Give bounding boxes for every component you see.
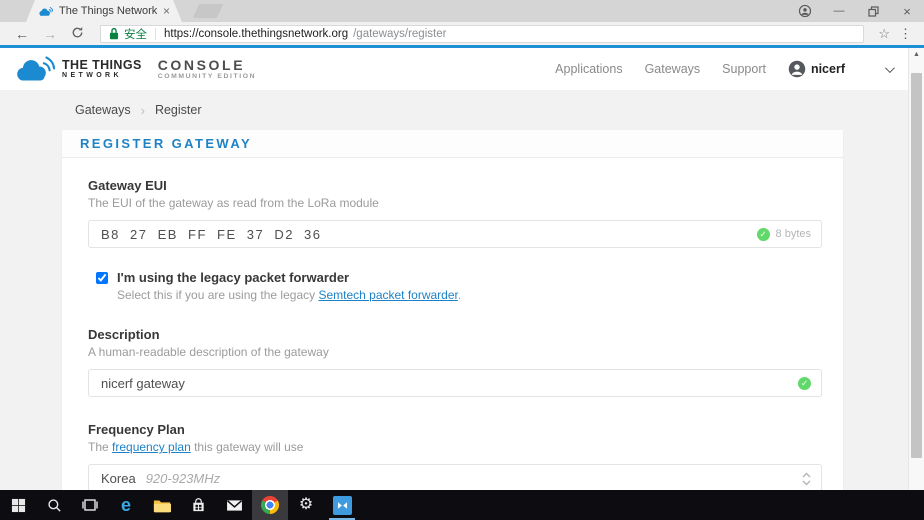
settings-gear-icon[interactable]: ⚙ [288,490,324,520]
legacy-forwarder-label[interactable]: I'm using the legacy packet forwarder [117,270,461,285]
divider [155,28,156,40]
scroll-up-icon[interactable]: ▲ [909,51,924,58]
brand-name-top: THE THINGS [62,59,142,72]
legacy-forwarder-checkbox[interactable] [96,272,108,284]
edge-icon[interactable]: e [108,490,144,520]
site-viewport: THE THINGS NETWORK CONSOLE COMMUNITY EDI… [0,48,908,490]
browser-titlebar: The Things Network C × — × [0,0,924,22]
console-subtitle: COMMUNITY EDITION [158,73,256,80]
new-tab-button[interactable] [193,4,223,18]
tab-title: The Things Network C [59,5,157,17]
secure-lock-icon [109,27,119,40]
brand-name-bottom: NETWORK [62,72,142,79]
console-title: CONSOLE [158,58,256,73]
frequency-plan-select[interactable]: Korea 920-923MHz [88,464,822,490]
site-header: THE THINGS NETWORK CONSOLE COMMUNITY EDI… [0,48,908,90]
valid-check-icon: ✓ [757,228,770,241]
register-gateway-card: REGISTER GATEWAY Gateway EUI The EUI of … [62,130,843,490]
forward-icon: → [43,27,57,41]
chevron-down-icon[interactable] [885,63,895,73]
url-bar[interactable]: 安全 https://console.thethingsnetwork.org /… [100,25,864,43]
nav-support[interactable]: Support [722,62,766,76]
window-close-button[interactable]: × [890,0,924,22]
gateway-eui-value: B8 27 EB FF FE 37 D2 36 [101,227,322,242]
legacy-forwarder-help: Select this if you are using the legacy … [117,288,461,302]
frequency-plan-help: The frequency plan this gateway will use [88,440,822,454]
blue-app-icon[interactable] [324,490,360,520]
frequency-band: 920-923MHz [146,471,220,486]
card-header: REGISTER GATEWAY [62,130,843,158]
eui-bytes-badge: 8 bytes [776,228,811,240]
nav-applications[interactable]: Applications [555,62,622,76]
frequency-country: Korea [101,471,136,486]
bookmark-star-icon[interactable]: ☆ [878,26,890,42]
user-menu[interactable]: nicerf [788,60,845,78]
breadcrumb-register: Register [155,103,202,117]
window-minimize-button[interactable]: — [822,0,856,22]
window-restore-button[interactable] [856,0,890,22]
breadcrumb-gateways[interactable]: Gateways [75,103,131,117]
avatar [788,60,806,78]
search-icon[interactable] [36,490,72,520]
breadcrumb-separator-icon: › [141,103,145,118]
mail-icon[interactable] [216,490,252,520]
browser-menu-icon[interactable]: ⋮ [899,26,912,42]
gateway-eui-label: Gateway EUI [88,158,822,193]
ttn-favicon-icon [38,6,53,17]
ttn-logo[interactable]: THE THINGS NETWORK CONSOLE COMMUNITY EDI… [14,55,256,83]
chrome-icon[interactable] [252,490,288,520]
description-input[interactable]: nicerf gateway ✓ [88,369,822,397]
gateway-eui-input[interactable]: B8 27 EB FF FE 37 D2 36 ✓ 8 bytes [88,220,822,248]
windows-taskbar: e ⚙ ∧ 英 M 14:04 2018/5/17 [0,490,924,520]
nav-gateways[interactable]: Gateways [645,62,701,76]
page-title: REGISTER GATEWAY [80,136,252,151]
browser-toolbar: ← → 安全 https://console.thethingsnetwork.… [0,22,924,45]
reload-icon[interactable] [71,26,84,41]
site-nav: Applications Gateways Support nicerf [555,48,892,90]
breadcrumb: Gateways › Register [0,90,908,130]
secure-label[interactable]: 安全 [124,26,147,42]
start-button[interactable] [0,490,36,520]
url-host: https://console.thethingsnetwork.org [164,28,348,40]
description-label: Description [88,327,822,342]
gateway-eui-help: The EUI of the gateway as read from the … [88,196,822,210]
store-icon[interactable] [180,490,216,520]
description-value: nicerf gateway [101,376,185,391]
frequency-plan-link[interactable]: frequency plan [112,440,191,454]
valid-check-icon: ✓ [798,377,811,390]
semtech-forwarder-link[interactable]: Semtech packet forwarder [318,288,457,302]
url-path: /gateways/register [353,28,446,40]
screen: The Things Network C × — × ← [0,0,924,520]
scrollbar-thumb[interactable] [911,73,922,458]
page-scrollbar[interactable]: ▲ [908,48,924,490]
browser-profile-icon[interactable] [788,0,822,22]
description-help: A human-readable description of the gate… [88,345,822,359]
username: nicerf [811,62,845,76]
select-stepper-icon [801,470,812,488]
frequency-plan-label: Frequency Plan [88,422,822,437]
browser-tab[interactable]: The Things Network C × [26,0,182,22]
ttn-cloud-icon [14,55,56,83]
task-view-icon[interactable] [72,490,108,520]
tab-close-icon[interactable]: × [163,5,170,17]
file-explorer-icon[interactable] [144,490,180,520]
back-icon[interactable]: ← [15,27,29,41]
